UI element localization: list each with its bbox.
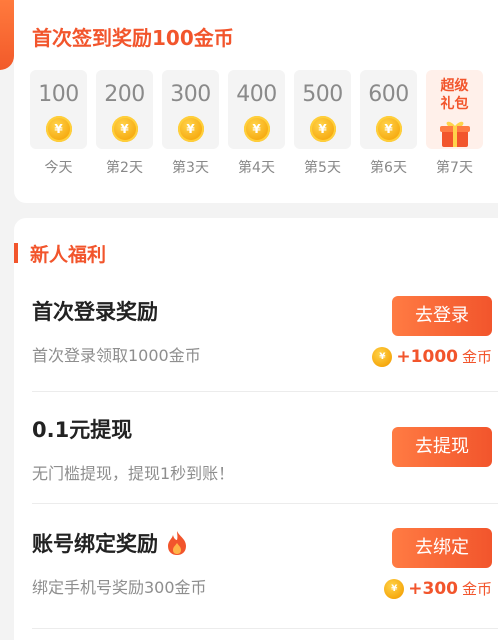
coin-icon: ¥ bbox=[243, 116, 270, 142]
welfare-bar bbox=[14, 243, 18, 263]
gift-text-line1: 超级 bbox=[440, 78, 469, 94]
reward-unit: 金币 bbox=[461, 580, 492, 598]
divider bbox=[32, 391, 498, 392]
coin-icon: ¥ bbox=[177, 116, 204, 142]
reward-amount: +300 bbox=[408, 578, 458, 599]
day-5[interactable]: 500 ¥ 第5天 bbox=[294, 70, 351, 177]
gift-box: 超级 礼包 bbox=[426, 70, 483, 149]
divider bbox=[32, 628, 498, 629]
day-6[interactable]: 600 ¥ 第6天 bbox=[360, 70, 417, 177]
day-box: 300 ¥ bbox=[162, 70, 219, 149]
coin-icon: ¥ bbox=[45, 116, 72, 142]
day-box: 100 ¥ bbox=[30, 70, 87, 149]
day-label: 第6天 bbox=[370, 160, 407, 176]
task-title: 账号绑定奖励 bbox=[32, 532, 158, 556]
gift-text-line2: 礼包 bbox=[440, 96, 469, 112]
coin-icon: ¥ bbox=[111, 116, 138, 142]
divider bbox=[32, 503, 498, 504]
reward-amount: +1000 bbox=[396, 346, 458, 367]
day-coins: 100 bbox=[38, 82, 79, 107]
day-box: 500 ¥ bbox=[294, 70, 351, 149]
coin-icon: ¥ bbox=[375, 116, 402, 142]
coin-icon: ¥ bbox=[309, 116, 336, 142]
day-box: 600 ¥ bbox=[360, 70, 417, 149]
day-label: 今天 bbox=[44, 160, 73, 176]
day-label: 第2天 bbox=[106, 160, 143, 176]
day-coins: 200 bbox=[104, 82, 145, 107]
day-label: 第4天 bbox=[238, 160, 275, 176]
welfare-card: 新人福利 首次登录奖励 首次登录领取1000金币 去登录 ¥ +1000 金币 … bbox=[14, 218, 498, 640]
bind-button[interactable]: 去绑定 bbox=[392, 528, 492, 568]
day-3[interactable]: 300 ¥ 第3天 bbox=[162, 70, 219, 177]
day-1[interactable]: 100 ¥ 今天 bbox=[30, 70, 87, 177]
day-label: 第5天 bbox=[304, 160, 341, 176]
day-coins: 600 bbox=[368, 82, 409, 107]
gift-text: 超级 礼包 bbox=[426, 77, 483, 113]
day-box: 200 ¥ bbox=[96, 70, 153, 149]
day-coins: 300 bbox=[170, 82, 211, 107]
coin-icon: ¥ bbox=[384, 578, 405, 599]
day-7-gift[interactable]: 超级 礼包 第7天 bbox=[426, 70, 483, 177]
gift-icon bbox=[439, 121, 470, 147]
login-button[interactable]: 去登录 bbox=[392, 296, 492, 336]
reward: ¥ +1000 金币 bbox=[372, 346, 492, 367]
day-coins: 400 bbox=[236, 82, 277, 107]
day-label: 第3天 bbox=[172, 160, 209, 176]
task-withdraw: 0.1元提现 无门槛提现，提现1秒到账！ 去提现 bbox=[32, 414, 492, 484]
withdraw-button[interactable]: 去提现 bbox=[392, 427, 492, 467]
reward: ¥ +300 金币 bbox=[384, 578, 492, 599]
day-coins: 500 bbox=[302, 82, 343, 107]
fire-icon bbox=[168, 531, 186, 555]
signin-card: 首次签到奖励100金币 100 ¥ 今天 200 ¥ 第2天 300 ¥ 第3天 bbox=[14, 0, 498, 203]
reward-unit: 金币 bbox=[461, 348, 492, 366]
signin-days: 100 ¥ 今天 200 ¥ 第2天 300 ¥ 第3天 400 ¥ 第4天 5… bbox=[30, 70, 498, 180]
welfare-title: 新人福利 bbox=[30, 243, 107, 266]
day-label: 第7天 bbox=[436, 160, 473, 176]
welfare-header: 新人福利 bbox=[14, 242, 107, 266]
edge-accent bbox=[0, 0, 14, 70]
coin-icon: ¥ bbox=[372, 346, 393, 367]
task-bind-account: 账号绑定奖励 绑定手机号奖励300金币 去绑定 ¥ +300 金币 bbox=[32, 528, 492, 620]
task-first-login: 首次登录奖励 首次登录领取1000金币 去登录 ¥ +1000 金币 bbox=[32, 296, 492, 388]
day-box: 400 ¥ bbox=[228, 70, 285, 149]
signin-title: 首次签到奖励100金币 bbox=[32, 26, 234, 50]
day-2[interactable]: 200 ¥ 第2天 bbox=[96, 70, 153, 177]
day-4[interactable]: 400 ¥ 第4天 bbox=[228, 70, 285, 177]
